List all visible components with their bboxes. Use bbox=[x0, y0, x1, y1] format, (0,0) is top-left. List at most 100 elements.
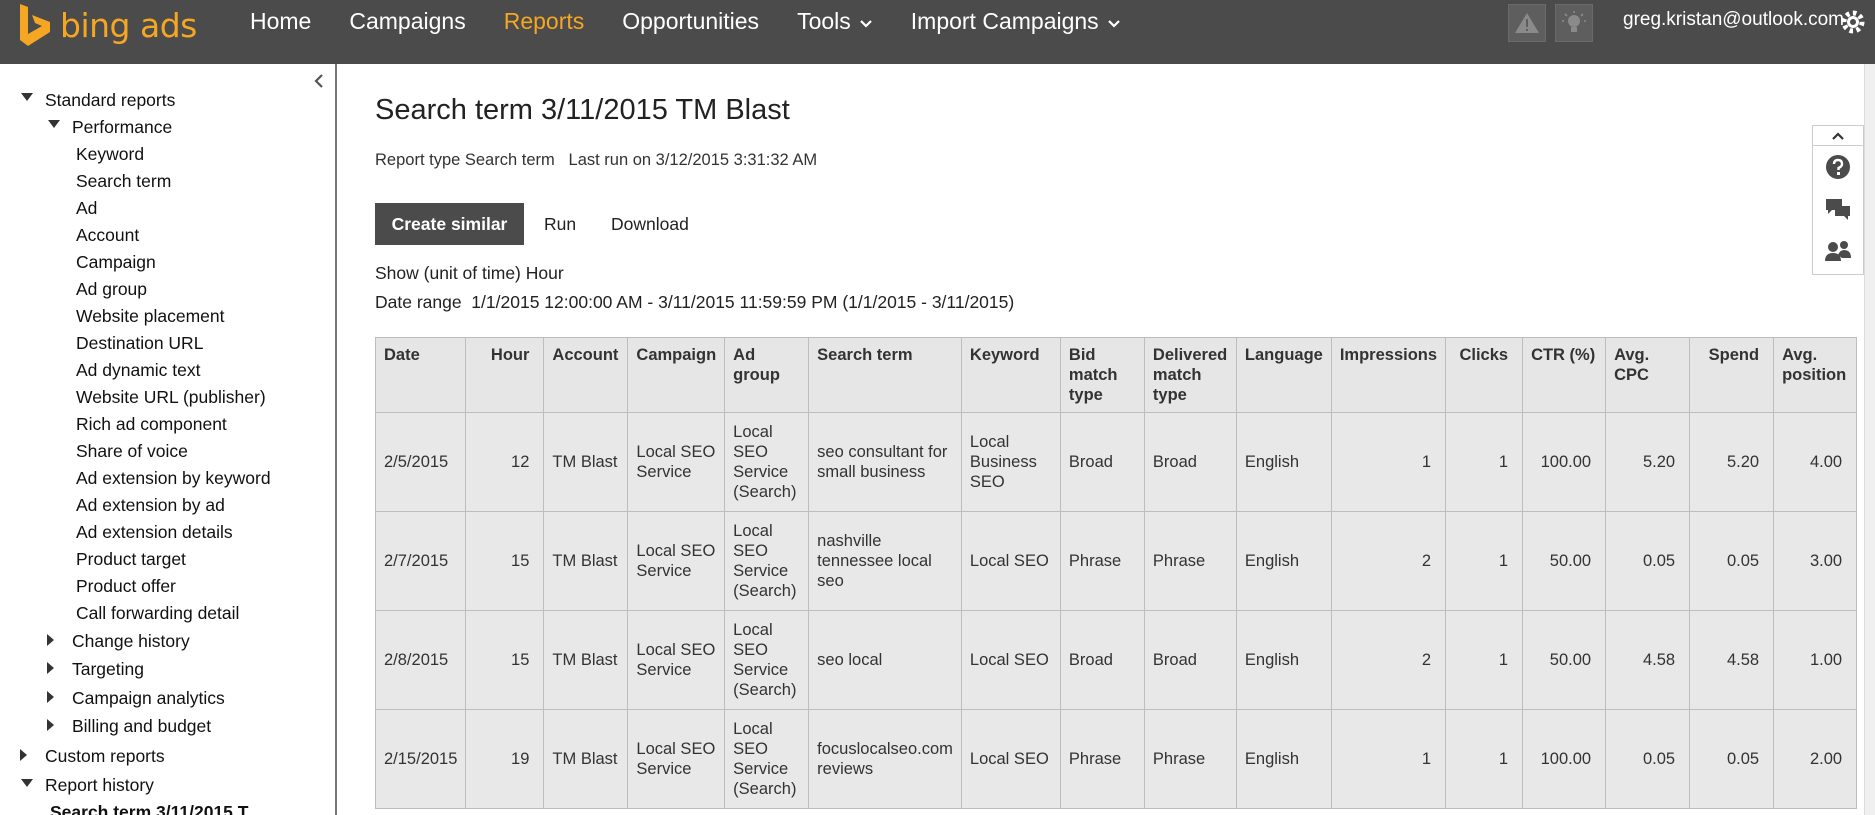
tree-item-campaign[interactable]: Campaign bbox=[76, 252, 156, 273]
ideas-button[interactable] bbox=[1555, 4, 1593, 42]
community-button[interactable] bbox=[1813, 230, 1863, 272]
chevron-down-icon bbox=[1107, 19, 1120, 28]
tree-item-ad-extension-details[interactable]: Ad extension details bbox=[76, 522, 233, 543]
tree-item-ad-extension-by-keyword[interactable]: Ad extension by keyword bbox=[76, 468, 271, 489]
tree-item-product-offer[interactable]: Product offer bbox=[76, 576, 176, 597]
column-header-avg-cpc[interactable]: Avg. CPC bbox=[1605, 337, 1691, 413]
tree-item-ad-dynamic-text[interactable]: Ad dynamic text bbox=[76, 360, 201, 381]
table-row: 2/8/2015 15 TM Blast Local SEO Service L… bbox=[374, 610, 1858, 710]
create-similar-button[interactable]: Create similar bbox=[375, 203, 524, 245]
warning-icon bbox=[1515, 13, 1539, 33]
cell-clicks: 1 bbox=[1445, 511, 1524, 611]
cell-avg-position: 2.00 bbox=[1773, 709, 1858, 809]
cell-ctr: 50.00 bbox=[1522, 610, 1607, 710]
column-header-ctr[interactable]: CTR (%) bbox=[1522, 337, 1607, 413]
table-header-row: Date Hour Account Campaign Ad group Sear… bbox=[374, 337, 1858, 413]
main-nav: Home Campaigns Reports Opportunities Too… bbox=[250, 8, 1159, 35]
expand-custom-reports-icon[interactable] bbox=[20, 749, 27, 761]
tree-item-account[interactable]: Account bbox=[76, 225, 139, 246]
chevron-left-icon[interactable] bbox=[310, 72, 328, 90]
tree-billing-and-budget[interactable]: Billing and budget bbox=[72, 716, 211, 737]
tree-history-item-selected[interactable]: Search term 3/11/2015 T bbox=[50, 802, 248, 815]
column-header-hour[interactable]: Hour bbox=[465, 337, 545, 413]
expand-performance-icon[interactable] bbox=[48, 120, 60, 128]
column-header-account[interactable]: Account bbox=[543, 337, 629, 413]
expand-targeting-icon[interactable] bbox=[47, 662, 54, 674]
tree-item-ad[interactable]: Ad bbox=[76, 198, 97, 219]
column-header-language[interactable]: Language bbox=[1235, 337, 1332, 413]
user-account-link[interactable]: greg.kristan@outlook.com bbox=[1623, 9, 1844, 31]
expand-billing-and-budget-icon[interactable] bbox=[47, 719, 54, 731]
nav-home[interactable]: Home bbox=[250, 8, 311, 35]
column-header-campaign[interactable]: Campaign bbox=[627, 337, 726, 413]
cell-hour: 12 bbox=[465, 412, 545, 512]
cell-search-term: focuslocalseo.com reviews bbox=[808, 709, 962, 809]
help-icon bbox=[1826, 155, 1850, 179]
cell-spend: 0.05 bbox=[1689, 511, 1775, 611]
feedback-button[interactable] bbox=[1813, 188, 1863, 230]
nav-campaigns[interactable]: Campaigns bbox=[349, 8, 465, 35]
tree-item-rich-ad-component[interactable]: Rich ad component bbox=[76, 414, 227, 435]
tree-item-website-placement[interactable]: Website placement bbox=[76, 306, 225, 327]
tree-item-ad-group[interactable]: Ad group bbox=[76, 279, 147, 300]
column-header-search-term[interactable]: Search term bbox=[808, 337, 962, 413]
cell-date: 2/8/2015 bbox=[374, 610, 467, 710]
nav-tools[interactable]: Tools bbox=[797, 8, 873, 35]
cell-bid-match-type: Broad bbox=[1059, 412, 1145, 512]
column-header-bid-match-type[interactable]: Bid match type bbox=[1059, 337, 1145, 413]
tree-performance[interactable]: Performance bbox=[72, 117, 172, 138]
tree-campaign-analytics[interactable]: Campaign analytics bbox=[72, 688, 225, 709]
cell-avg-position: 4.00 bbox=[1773, 412, 1858, 512]
tree-item-website-url-publisher[interactable]: Website URL (publisher) bbox=[76, 387, 266, 408]
tree-item-call-forwarding-detail[interactable]: Call forwarding detail bbox=[76, 603, 239, 624]
expand-campaign-analytics-icon[interactable] bbox=[47, 691, 54, 703]
cell-keyword: Local Business SEO bbox=[960, 412, 1061, 512]
column-header-impressions[interactable]: Impressions bbox=[1330, 337, 1447, 413]
cell-keyword: Local SEO bbox=[960, 511, 1061, 611]
table-row: 2/7/2015 15 TM Blast Local SEO Service L… bbox=[374, 511, 1858, 611]
download-button[interactable]: Download bbox=[611, 214, 689, 235]
top-navigation-bar: bing ads Home Campaigns Reports Opportun… bbox=[0, 0, 1875, 64]
help-button[interactable] bbox=[1813, 146, 1863, 188]
column-header-ad-group[interactable]: Ad group bbox=[724, 337, 810, 413]
panel-collapse-button[interactable] bbox=[1813, 126, 1863, 146]
tree-item-search-term[interactable]: Search term bbox=[76, 171, 171, 192]
expand-report-history-icon[interactable] bbox=[21, 779, 33, 787]
tree-change-history[interactable]: Change history bbox=[72, 631, 190, 652]
column-header-avg-position[interactable]: Avg. position bbox=[1773, 337, 1858, 413]
tree-item-product-target[interactable]: Product target bbox=[76, 549, 186, 570]
nav-reports[interactable]: Reports bbox=[504, 8, 585, 35]
column-header-date[interactable]: Date bbox=[374, 337, 467, 413]
expand-change-history-icon[interactable] bbox=[47, 634, 54, 646]
tree-targeting[interactable]: Targeting bbox=[72, 659, 144, 680]
tree-item-ad-extension-by-ad[interactable]: Ad extension by ad bbox=[76, 495, 225, 516]
cell-avg-cpc: 0.05 bbox=[1605, 709, 1691, 809]
cell-hour: 15 bbox=[465, 511, 545, 611]
page-scrollbar[interactable] bbox=[1864, 64, 1875, 815]
tree-report-history[interactable]: Report history bbox=[45, 775, 154, 796]
column-header-clicks[interactable]: Clicks bbox=[1445, 337, 1524, 413]
column-header-delivered-match-type[interactable]: Delivered match type bbox=[1143, 337, 1237, 413]
nav-import-campaigns[interactable]: Import Campaigns bbox=[911, 8, 1121, 35]
cell-account: TM Blast bbox=[543, 511, 629, 611]
tree-standard-reports[interactable]: Standard reports bbox=[45, 90, 175, 111]
tree-item-share-of-voice[interactable]: Share of voice bbox=[76, 441, 188, 462]
column-header-spend[interactable]: Spend bbox=[1689, 337, 1775, 413]
cell-campaign: Local SEO Service bbox=[627, 511, 726, 611]
tree-custom-reports[interactable]: Custom reports bbox=[45, 746, 165, 767]
cell-clicks: 1 bbox=[1445, 610, 1524, 710]
column-header-keyword[interactable]: Keyword bbox=[960, 337, 1061, 413]
cell-language: English bbox=[1235, 709, 1332, 809]
cell-language: English bbox=[1235, 610, 1332, 710]
tree-item-keyword[interactable]: Keyword bbox=[76, 144, 144, 165]
table-row: 2/15/2015 19 TM Blast Local SEO Service … bbox=[374, 709, 1858, 809]
cell-search-term: seo local bbox=[808, 610, 962, 710]
chevron-up-icon bbox=[1832, 131, 1844, 140]
expand-standard-reports-icon[interactable] bbox=[21, 93, 33, 101]
tree-item-destination-url[interactable]: Destination URL bbox=[76, 333, 203, 354]
alerts-button[interactable] bbox=[1508, 4, 1546, 42]
bing-ads-logo[interactable]: bing ads bbox=[16, 0, 197, 50]
run-button[interactable]: Run bbox=[544, 214, 576, 235]
gear-icon[interactable] bbox=[1840, 9, 1866, 35]
nav-opportunities[interactable]: Opportunities bbox=[622, 8, 759, 35]
